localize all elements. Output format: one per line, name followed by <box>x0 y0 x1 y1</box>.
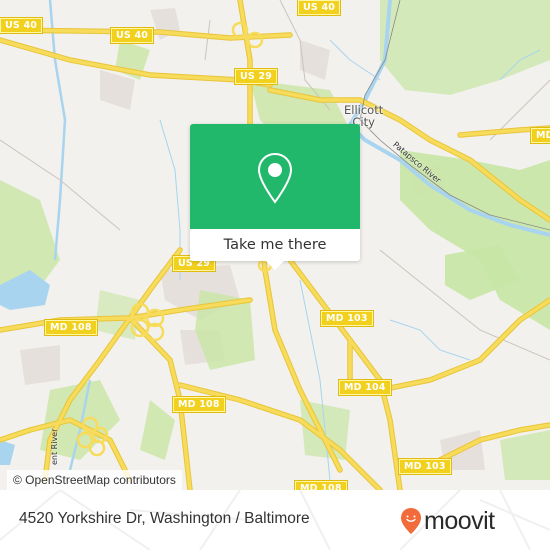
address-text: 4520 Yorkshire Dr, Washington / Baltimor… <box>19 510 310 527</box>
map[interactable]: US 40 US 40 US 40 US 29 US 29 MD 108 MD … <box>0 0 550 490</box>
brand-name: moovit <box>424 507 495 535</box>
location-popup[interactable]: Take me there <box>190 124 360 270</box>
take-me-there-button[interactable]: Take me there <box>190 230 360 261</box>
road-shield-us40: US 40 <box>109 27 155 44</box>
moovit-pin-icon <box>401 508 421 534</box>
road-shield-md103: MD 103 <box>398 458 452 475</box>
road-shield-md103: MD 103 <box>320 310 374 327</box>
road-shield-md108: MD 108 <box>294 480 348 490</box>
road-shield-md104: MD 104 <box>338 379 392 396</box>
road-shield-us40: US 40 <box>296 0 342 16</box>
pond <box>0 440 15 465</box>
footer: 4520 Yorkshire Dr, Washington / Baltimor… <box>0 490 550 550</box>
moovit-logo[interactable]: moovit <box>400 506 495 536</box>
map-pin-icon <box>257 152 293 204</box>
osm-attribution[interactable]: © OpenStreetMap contributors <box>7 470 182 490</box>
road-shield-md108: MD 108 <box>172 396 226 413</box>
popup-header[interactable] <box>190 124 360 229</box>
road-shield-us29: US 29 <box>233 68 279 85</box>
popup-pointer <box>266 261 284 270</box>
road-shield-md108: MD 108 <box>44 319 98 336</box>
river-label-patuxent: ent River <box>50 428 59 465</box>
road-shield-us40: US 40 <box>0 17 44 34</box>
road-shield-md: MD <box>530 127 550 144</box>
